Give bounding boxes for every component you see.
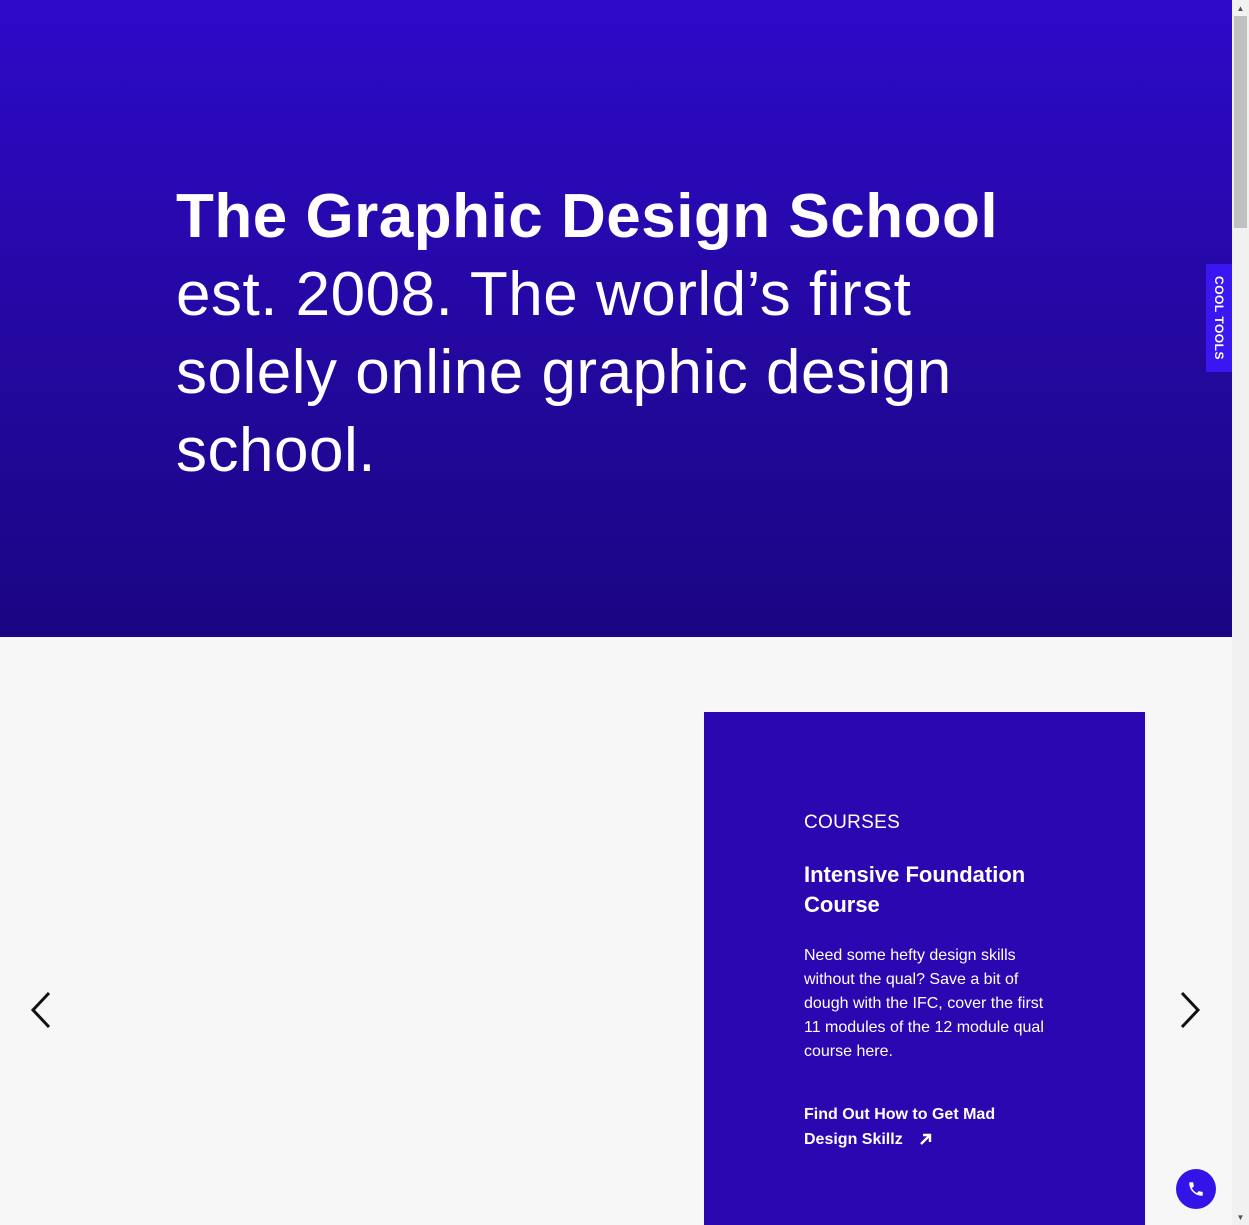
card-title: Intensive Foundation Course xyxy=(804,862,1026,917)
vertical-scrollbar[interactable]: ▲ ▼ xyxy=(1232,0,1249,1225)
card-category: COURSES xyxy=(804,812,901,833)
hero-title: The Graphic Design School xyxy=(176,182,999,251)
scroll-thumb[interactable] xyxy=(1234,16,1247,228)
hero-subtitle: est. 2008. The world’s first solely onli… xyxy=(176,260,952,485)
scroll-up-icon[interactable]: ▲ xyxy=(1232,0,1249,16)
chevron-left-icon xyxy=(30,991,51,1029)
card-description: Need some hefty design skills without th… xyxy=(804,947,1044,1060)
card-cta-label: Find Out How to Get Mad Design Skillz xyxy=(804,1106,996,1148)
course-card: COURSES Intensive Foundation Course Need… xyxy=(704,712,1145,1225)
carousel-next-button[interactable] xyxy=(1175,988,1205,1032)
arrow-up-right-icon xyxy=(919,1129,932,1154)
call-button[interactable] xyxy=(1176,1169,1216,1209)
hero-section: The Graphic Design School est. 2008. The… xyxy=(0,0,1232,637)
cool-tools-tab[interactable]: COOL TOOLS xyxy=(1206,264,1232,372)
cool-tools-label: COOL TOOLS xyxy=(1212,276,1226,360)
chevron-right-icon xyxy=(1180,991,1201,1029)
phone-icon xyxy=(1189,1182,1203,1196)
carousel-prev-button[interactable] xyxy=(26,988,56,1032)
card-cta-link[interactable]: Find Out How to Get Mad Design Skillz xyxy=(804,1102,1034,1154)
scroll-down-icon[interactable]: ▼ xyxy=(1232,1209,1249,1225)
hero-heading: The Graphic Design School est. 2008. The… xyxy=(176,178,1056,490)
